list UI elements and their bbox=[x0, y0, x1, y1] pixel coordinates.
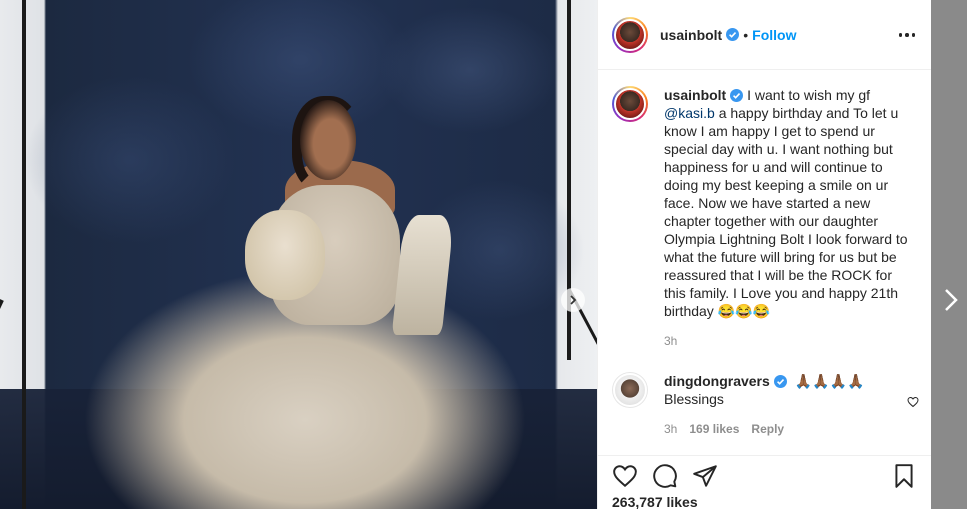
header-username[interactable]: usainbolt bbox=[660, 27, 722, 43]
comment-icon[interactable] bbox=[652, 463, 678, 489]
caption-timestamp[interactable]: 3h bbox=[664, 332, 917, 350]
verified-icon bbox=[773, 375, 787, 388]
header-separator: • bbox=[743, 26, 749, 43]
caption: usainbolt I want to wish my gf @kasi.b a… bbox=[598, 70, 931, 350]
follow-button[interactable]: Follow bbox=[752, 27, 796, 43]
chevron-right-icon bbox=[570, 295, 577, 305]
baby bbox=[245, 210, 325, 300]
head bbox=[300, 100, 356, 180]
post-panel: usainbolt • Follow usainbolt I want to w… bbox=[597, 0, 931, 509]
comment-text: Blessings bbox=[664, 391, 724, 407]
light-stand-left-leg bbox=[0, 299, 4, 401]
post-photo[interactable] bbox=[0, 0, 597, 509]
more-icon[interactable] bbox=[897, 26, 917, 44]
comment-avatar[interactable] bbox=[612, 372, 648, 408]
comment-meta: 3h 169 likes Reply bbox=[664, 420, 864, 438]
likes-count[interactable]: 263,787 likes bbox=[612, 494, 698, 509]
avatar[interactable] bbox=[612, 16, 648, 53]
comment-likes[interactable]: 169 likes bbox=[689, 420, 739, 438]
carousel-next-button[interactable] bbox=[561, 288, 585, 312]
action-bar bbox=[598, 455, 931, 495]
verified-icon bbox=[730, 89, 744, 102]
comment-username[interactable]: dingdongravers bbox=[664, 373, 770, 389]
verified-icon bbox=[726, 28, 740, 41]
caption-username[interactable]: usainbolt bbox=[664, 87, 726, 103]
comment-reply-button[interactable]: Reply bbox=[751, 420, 784, 438]
caption-after: a happy birthday and To let u know I am … bbox=[664, 105, 908, 319]
caption-mention[interactable]: @kasi.b bbox=[664, 105, 715, 121]
light-stand-left bbox=[22, 0, 26, 509]
next-post-icon[interactable] bbox=[942, 287, 960, 313]
caption-before: I want to wish my gf bbox=[747, 87, 871, 103]
comment-body: dingdongravers 🙏🏾🙏🏾🙏🏾🙏🏾 Blessings 3h 169… bbox=[664, 372, 864, 438]
bookmark-icon[interactable] bbox=[891, 463, 917, 489]
comment-heart-icon[interactable] bbox=[907, 396, 919, 408]
post-header: usainbolt • Follow bbox=[598, 0, 931, 70]
heart-icon[interactable] bbox=[612, 463, 638, 489]
comment-emoji: 🙏🏾🙏🏾🙏🏾🙏🏾 bbox=[794, 373, 865, 389]
caption-avatar[interactable] bbox=[612, 86, 648, 122]
share-icon[interactable] bbox=[692, 463, 718, 489]
comment-time[interactable]: 3h bbox=[664, 420, 677, 438]
comment: dingdongravers 🙏🏾🙏🏾🙏🏾🙏🏾 Blessings 3h 169… bbox=[598, 350, 931, 438]
caption-text: usainbolt I want to wish my gf @kasi.b a… bbox=[664, 86, 917, 350]
